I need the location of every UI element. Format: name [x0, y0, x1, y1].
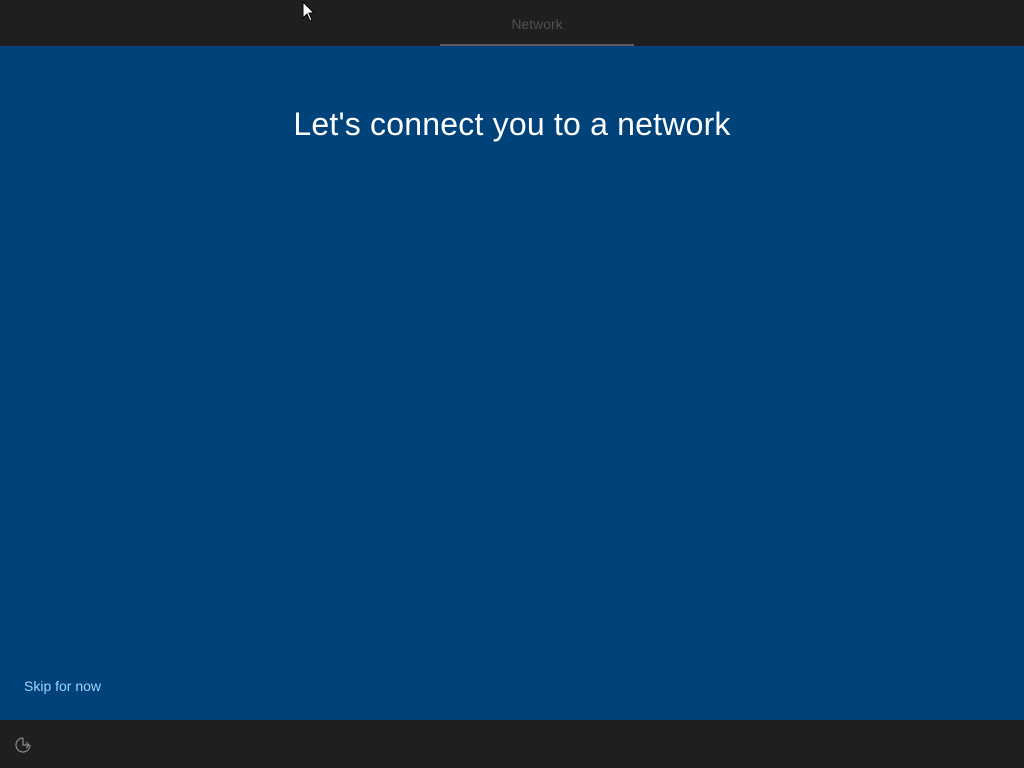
mouse-pointer-icon — [302, 1, 316, 22]
tab-network-label: Network — [511, 16, 563, 32]
page-title: Let's connect you to a network — [293, 106, 731, 142]
setup-content-area: Let's connect you to a network Skip for … — [0, 46, 1024, 720]
top-header-bar: Network — [0, 0, 1024, 46]
bottom-bar — [0, 720, 1024, 768]
ease-of-access-icon — [15, 737, 31, 753]
ease-of-access-button[interactable] — [12, 734, 34, 756]
skip-for-now-link[interactable]: Skip for now — [24, 678, 101, 694]
tab-network: Network — [440, 0, 634, 46]
